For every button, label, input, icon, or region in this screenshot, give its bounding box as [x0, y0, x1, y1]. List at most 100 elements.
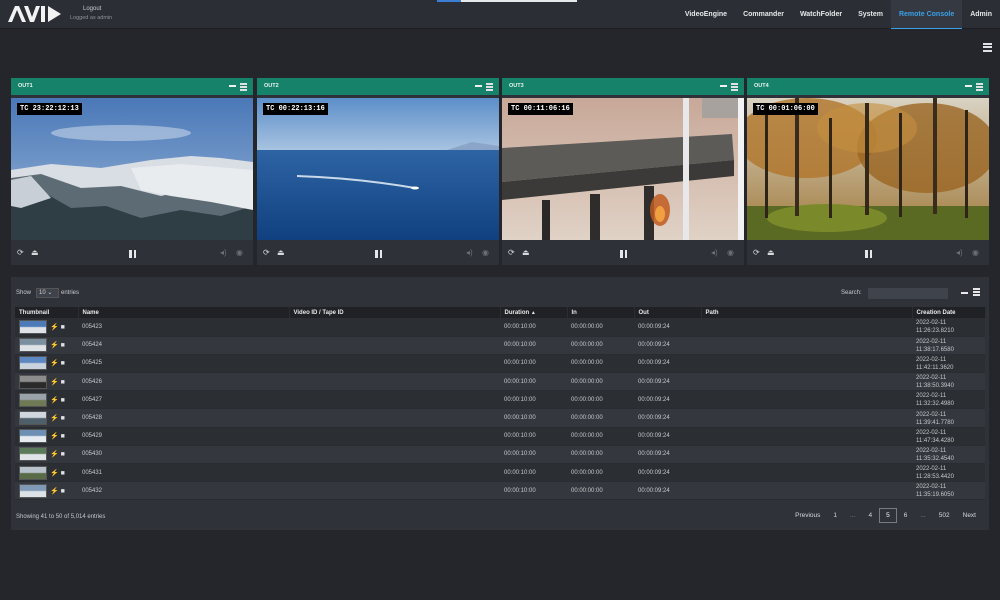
- bolt-icon[interactable]: ⚡: [50, 360, 59, 367]
- bolt-icon[interactable]: ⚡: [50, 379, 59, 386]
- lock-icon[interactable]: ■: [61, 470, 65, 477]
- col-duration[interactable]: Duration ▲: [500, 307, 568, 318]
- page-4[interactable]: 4: [862, 509, 878, 522]
- thumbnail-image[interactable]: [19, 392, 47, 407]
- search-input[interactable]: [868, 288, 948, 299]
- table-row[interactable]: ⚡ ■ 005431 00:00:10:00 00:00:00:00 00:00:09:…: [15, 463, 985, 483]
- pause-icon[interactable]: [375, 250, 382, 258]
- lock-icon[interactable]: ■: [61, 342, 65, 349]
- table-row[interactable]: ⚡ ■ 005430 00:00:10:00 00:00:00:00 00:00:09:…: [15, 445, 985, 465]
- panel-menu-icon[interactable]: [240, 83, 247, 92]
- volume-icon[interactable]: ◂): [466, 248, 473, 257]
- thumbnail-image[interactable]: [19, 338, 47, 353]
- sync-icon[interactable]: ⟳: [508, 248, 515, 257]
- nav-system[interactable]: System: [850, 0, 891, 29]
- panel-menu-icon[interactable]: [731, 83, 738, 92]
- table-row[interactable]: ⚡ ■ 005424 00:00:10:00 00:00:00:00 00:00:09:…: [15, 336, 985, 355]
- volume-icon[interactable]: ◂): [956, 248, 963, 257]
- col-thumbnail[interactable]: Thumbnail: [15, 307, 79, 318]
- thumbnail-image[interactable]: [19, 447, 47, 462]
- actions: ⚡ ■: [50, 487, 65, 495]
- page-1[interactable]: 1: [827, 509, 843, 522]
- minimize-icon[interactable]: [961, 292, 968, 294]
- thumbnail-image[interactable]: [19, 319, 47, 334]
- bolt-icon[interactable]: ⚡: [50, 397, 59, 404]
- duration-cell: 00:00:10:00: [500, 463, 567, 483]
- lock-icon[interactable]: ■: [61, 324, 65, 331]
- lock-icon[interactable]: ■: [61, 397, 65, 404]
- thumbnail-image[interactable]: [19, 429, 47, 444]
- col-out[interactable]: Out: [634, 307, 702, 318]
- volume-icon[interactable]: ◂): [220, 248, 227, 257]
- nav-admin[interactable]: Admin: [962, 0, 1000, 29]
- nav-commander[interactable]: Commander: [735, 0, 792, 29]
- bolt-icon[interactable]: ⚡: [50, 324, 59, 331]
- eye-icon[interactable]: ◉: [727, 248, 734, 257]
- page-502[interactable]: 502: [933, 509, 956, 522]
- bolt-icon[interactable]: ⚡: [50, 488, 59, 495]
- eye-icon[interactable]: ◉: [482, 248, 489, 257]
- pause-icon[interactable]: [865, 250, 872, 258]
- nav-videoengine[interactable]: VideoEngine: [677, 0, 735, 29]
- nav-remote-console[interactable]: Remote Console: [890, 0, 963, 29]
- sync-icon[interactable]: ⟳: [263, 248, 270, 257]
- eject-icon[interactable]: ⏏: [31, 248, 39, 257]
- col-name[interactable]: Name: [78, 307, 290, 318]
- table-menu-icon[interactable]: [973, 288, 980, 297]
- nav-watchfolder[interactable]: WatchFolder: [792, 0, 850, 29]
- bolt-icon[interactable]: ⚡: [50, 470, 59, 477]
- eye-icon[interactable]: ◉: [236, 248, 243, 257]
- table-row[interactable]: ⚡ ■ 005429 00:00:10:00 00:00:00:00 00:00:09:…: [15, 427, 985, 446]
- col-path[interactable]: Path: [701, 307, 913, 318]
- minimize-icon[interactable]: [965, 85, 972, 87]
- lock-icon[interactable]: ■: [61, 415, 65, 422]
- page-6[interactable]: 6: [898, 509, 914, 522]
- minimize-icon[interactable]: [720, 85, 727, 87]
- panel-header: OUT4: [747, 78, 989, 95]
- page-5-current[interactable]: 5: [879, 508, 897, 523]
- bolt-icon[interactable]: ⚡: [50, 342, 59, 349]
- page-menu-icon[interactable]: [983, 43, 992, 52]
- table-row[interactable]: ⚡ ■ 005432 00:00:10:00 00:00:00:00 00:00:09:…: [15, 481, 985, 501]
- table-row[interactable]: ⚡ ■ 005423 00:00:10:00 00:00:00:00 00:00:09:…: [15, 318, 985, 337]
- table-row[interactable]: ⚡ ■ 005427 00:00:10:00 00:00:00:00 00:00:09:…: [15, 390, 985, 410]
- table-row[interactable]: ⚡ ■ 005426 00:00:10:00 00:00:00:00 00:00:09:…: [15, 372, 985, 392]
- table-row[interactable]: ⚡ ■ 005425 00:00:10:00 00:00:00:00 00:00:09:…: [15, 354, 985, 374]
- next-button[interactable]: Next: [957, 509, 982, 522]
- col-creation-date[interactable]: Creation Date: [912, 307, 986, 318]
- bolt-icon[interactable]: ⚡: [50, 415, 59, 422]
- table-row[interactable]: ⚡ ■ 005428 00:00:10:00 00:00:00:00 00:00:09:…: [15, 408, 985, 428]
- eye-icon[interactable]: ◉: [972, 248, 979, 257]
- col-in[interactable]: In: [567, 307, 635, 318]
- lock-icon[interactable]: ■: [61, 360, 65, 367]
- panel-menu-icon[interactable]: [976, 83, 983, 92]
- thumbnail-image[interactable]: [19, 411, 47, 426]
- minimize-icon[interactable]: [229, 85, 236, 87]
- eject-icon[interactable]: ⏏: [522, 248, 530, 257]
- page-size-select[interactable]: 10 ⌄: [36, 288, 59, 298]
- minimize-icon[interactable]: [475, 85, 482, 87]
- lock-icon[interactable]: ■: [61, 379, 65, 386]
- eject-icon[interactable]: ⏏: [277, 248, 285, 257]
- panel-menu-icon[interactable]: [486, 83, 493, 92]
- thumbnail-image[interactable]: [19, 374, 47, 389]
- thumbnail-image[interactable]: [19, 465, 47, 480]
- volume-icon[interactable]: ◂): [711, 248, 718, 257]
- lock-icon[interactable]: ■: [61, 451, 65, 458]
- sync-icon[interactable]: ⟳: [17, 248, 24, 257]
- creation-date: 2022-02-11: [916, 411, 947, 418]
- lock-icon[interactable]: ■: [61, 488, 65, 495]
- pause-icon[interactable]: [129, 250, 136, 258]
- bolt-icon[interactable]: ⚡: [50, 433, 59, 440]
- col-video-id[interactable]: Video ID / Tape ID: [289, 307, 501, 318]
- eject-icon[interactable]: ⏏: [767, 248, 775, 257]
- pause-icon[interactable]: [620, 250, 627, 258]
- avid-logo[interactable]: [8, 5, 62, 23]
- thumbnail-image[interactable]: [19, 356, 47, 371]
- previous-button[interactable]: Previous: [789, 509, 826, 522]
- logout-link[interactable]: Logout: [83, 6, 101, 12]
- lock-icon[interactable]: ■: [61, 433, 65, 440]
- bolt-icon[interactable]: ⚡: [50, 451, 59, 458]
- sync-icon[interactable]: ⟳: [753, 248, 760, 257]
- thumbnail-image[interactable]: [19, 483, 47, 498]
